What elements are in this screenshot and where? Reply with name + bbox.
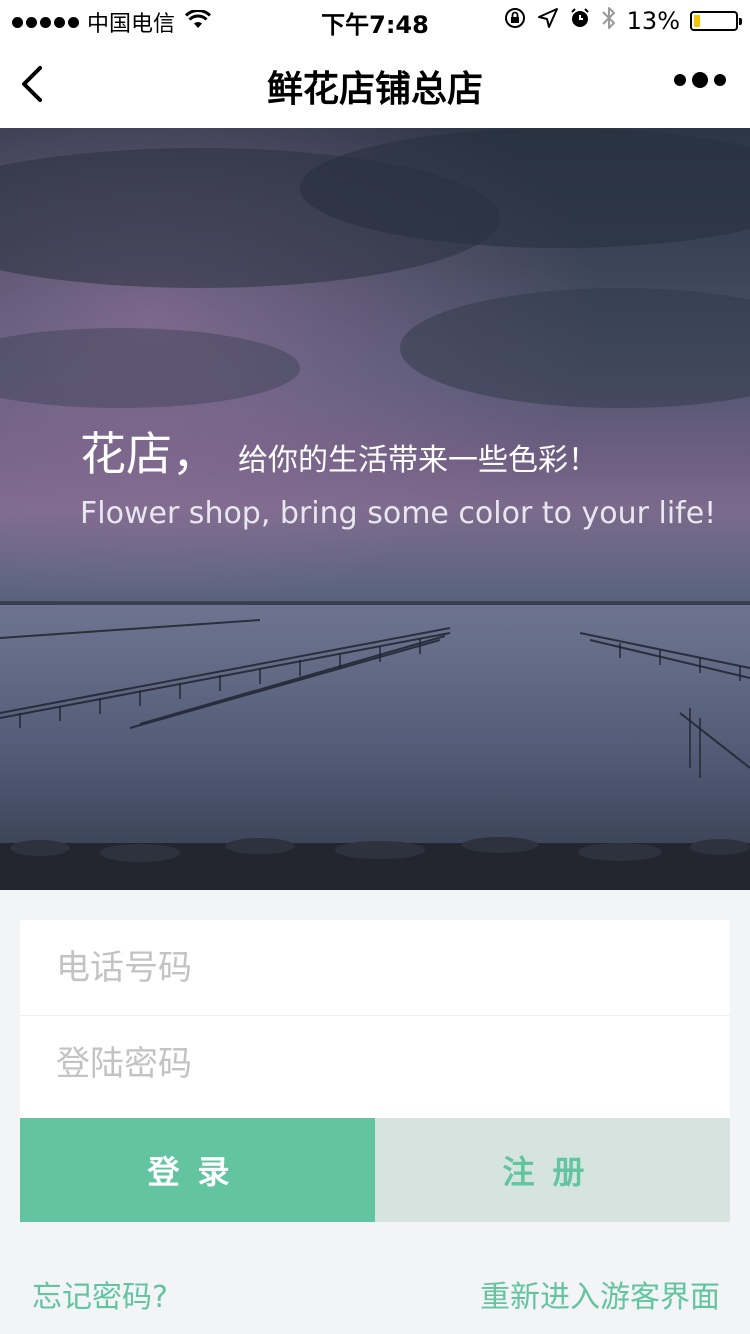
phone-input[interactable] (56, 947, 676, 988)
battery-icon (690, 11, 742, 31)
hero-headline-big: 花店， (80, 427, 218, 481)
location-icon (537, 7, 559, 35)
bluetooth-icon (601, 5, 617, 37)
hero-banner: 花店， 给你的生活带来一些色彩！ Flower shop, bring some… (0, 128, 750, 890)
battery-percent: 13% (626, 7, 680, 35)
orientation-lock-icon (503, 6, 527, 36)
hero-headline: 花店， 给你的生活带来一些色彩！ (80, 418, 598, 484)
status-right: 13% (503, 5, 742, 37)
password-input[interactable] (56, 1043, 676, 1084)
navigation-bar: 鲜花店铺总店 (0, 40, 750, 128)
login-form (20, 920, 730, 1118)
phone-field-row (20, 920, 730, 1015)
register-button[interactable]: 注册 (375, 1118, 730, 1222)
action-buttons: 登录 注册 (20, 1118, 730, 1222)
forgot-password-link[interactable]: 忘记密码? (32, 1272, 168, 1316)
page-title: 鲜花店铺总店 (266, 69, 483, 110)
hero-subtitle: Flower shop, bring some color to your li… (80, 496, 717, 531)
battery-level (694, 15, 700, 27)
more-dots-icon[interactable] (674, 72, 726, 88)
footer-links: 忘记密码? 重新进入游客界面 (32, 1272, 720, 1316)
alarm-icon (569, 7, 591, 35)
guest-mode-link[interactable]: 重新进入游客界面 (480, 1272, 720, 1316)
login-button[interactable]: 登录 (20, 1118, 375, 1222)
password-field-row (20, 1016, 730, 1111)
hero-headline-small: 给你的生活带来一些色彩！ (238, 443, 598, 478)
status-bar: 中国电信 下午7:48 13% (0, 0, 750, 40)
